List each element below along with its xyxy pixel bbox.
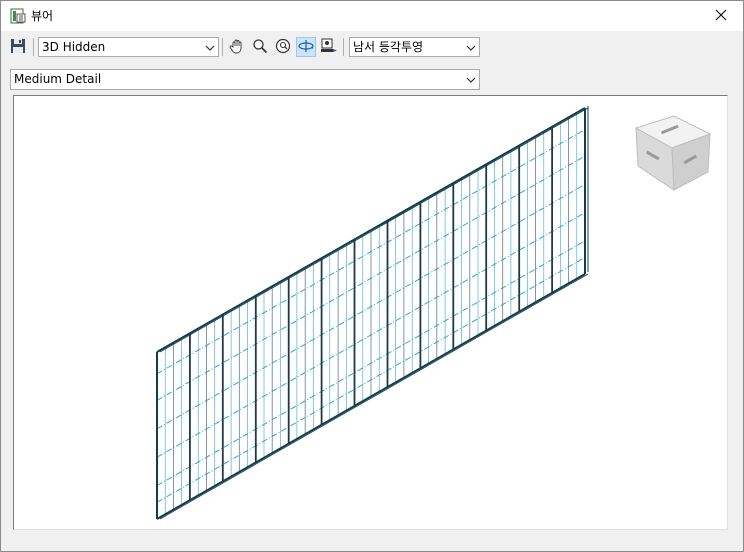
viewcube-icon[interactable]	[634, 114, 712, 192]
toolbar-separator	[343, 38, 344, 56]
chevron-down-icon	[205, 42, 215, 52]
view-direction-value: 남서 등각투영	[353, 40, 424, 54]
orbit-icon	[297, 38, 315, 57]
zoom-extents-icon	[275, 38, 291, 57]
chevron-down-icon	[466, 42, 476, 52]
detail-level-value: Medium Detail	[14, 72, 102, 86]
toolbar-separator	[33, 38, 34, 56]
camera-settings-button[interactable]	[319, 37, 339, 57]
window-title: 뷰어	[31, 9, 54, 23]
curtain-wall-model	[156, 106, 589, 520]
pan-icon	[229, 38, 245, 57]
close-icon	[715, 9, 727, 24]
pan-button[interactable]	[227, 37, 247, 57]
viewer-app-icon	[10, 8, 26, 24]
title-bar: 뷰어	[1, 1, 743, 31]
visual-style-value: 3D Hidden	[42, 40, 106, 54]
viewer-window: 뷰어 3D Hidden 남서 등각투영 Medium Detail	[0, 0, 744, 552]
wall-outline-offset	[159, 107, 589, 353]
toolbar-separator	[222, 38, 223, 56]
save-button[interactable]	[8, 37, 28, 57]
chevron-down-icon	[466, 74, 476, 84]
zoom-button[interactable]	[250, 37, 270, 57]
wall-outline-offset	[159, 273, 589, 520]
viewer-toolbar: 3D Hidden 남서 등각투영	[1, 35, 743, 61]
close-button[interactable]	[699, 1, 743, 31]
detail-level-dropdown[interactable]: Medium Detail	[10, 69, 480, 90]
orbit-button[interactable]	[296, 37, 316, 57]
save-icon	[10, 38, 26, 57]
3d-viewport[interactable]	[13, 95, 728, 530]
visual-style-dropdown[interactable]: 3D Hidden	[38, 37, 219, 57]
zoom-extents-button[interactable]	[273, 37, 293, 57]
camera-settings-icon	[320, 38, 338, 57]
view-direction-dropdown[interactable]: 남서 등각투영	[349, 37, 480, 57]
zoom-icon	[252, 38, 268, 57]
